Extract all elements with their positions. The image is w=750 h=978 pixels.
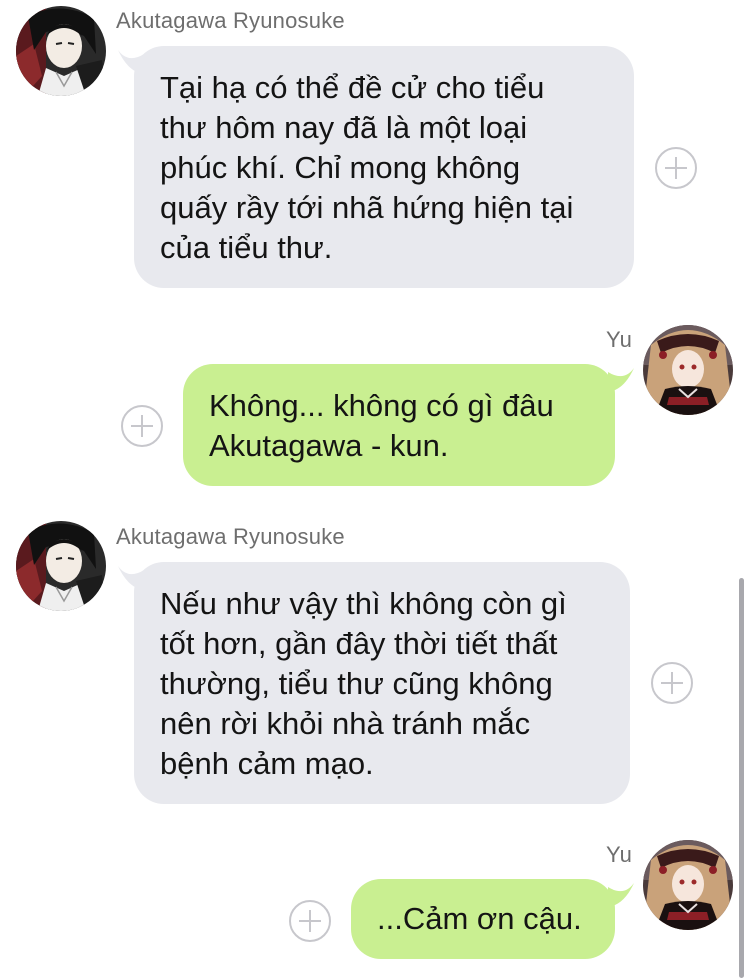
circle-plus-icon[interactable] <box>651 662 693 704</box>
circle-plus-icon[interactable] <box>121 405 163 447</box>
sender-name: Yu <box>606 842 633 867</box>
avatar-yu[interactable] <box>643 840 733 930</box>
sender-name: Akutagawa Ryunosuke <box>116 8 345 33</box>
message-bubble-outgoing[interactable]: ...Cảm ơn cậu. <box>351 879 615 959</box>
circle-plus-icon[interactable] <box>289 900 331 942</box>
avatar-yu[interactable] <box>643 325 733 415</box>
message-bubble-incoming[interactable]: Tại hạ có thể đề cử cho tiểu thư hôm nay… <box>134 46 634 288</box>
circle-plus-icon[interactable] <box>655 147 697 189</box>
avatar-akutagawa[interactable] <box>16 521 106 611</box>
avatar-akutagawa[interactable] <box>16 6 106 96</box>
message-bubble-outgoing[interactable]: Không... không có gì đâu Akutagawa - kun… <box>183 364 615 486</box>
sender-name: Yu <box>606 327 633 352</box>
scrollbar[interactable] <box>739 578 744 978</box>
sender-name: Akutagawa Ryunosuke <box>116 524 345 549</box>
message-bubble-incoming[interactable]: Nếu như vậy thì không còn gì tốt hơn, gầ… <box>134 562 630 804</box>
